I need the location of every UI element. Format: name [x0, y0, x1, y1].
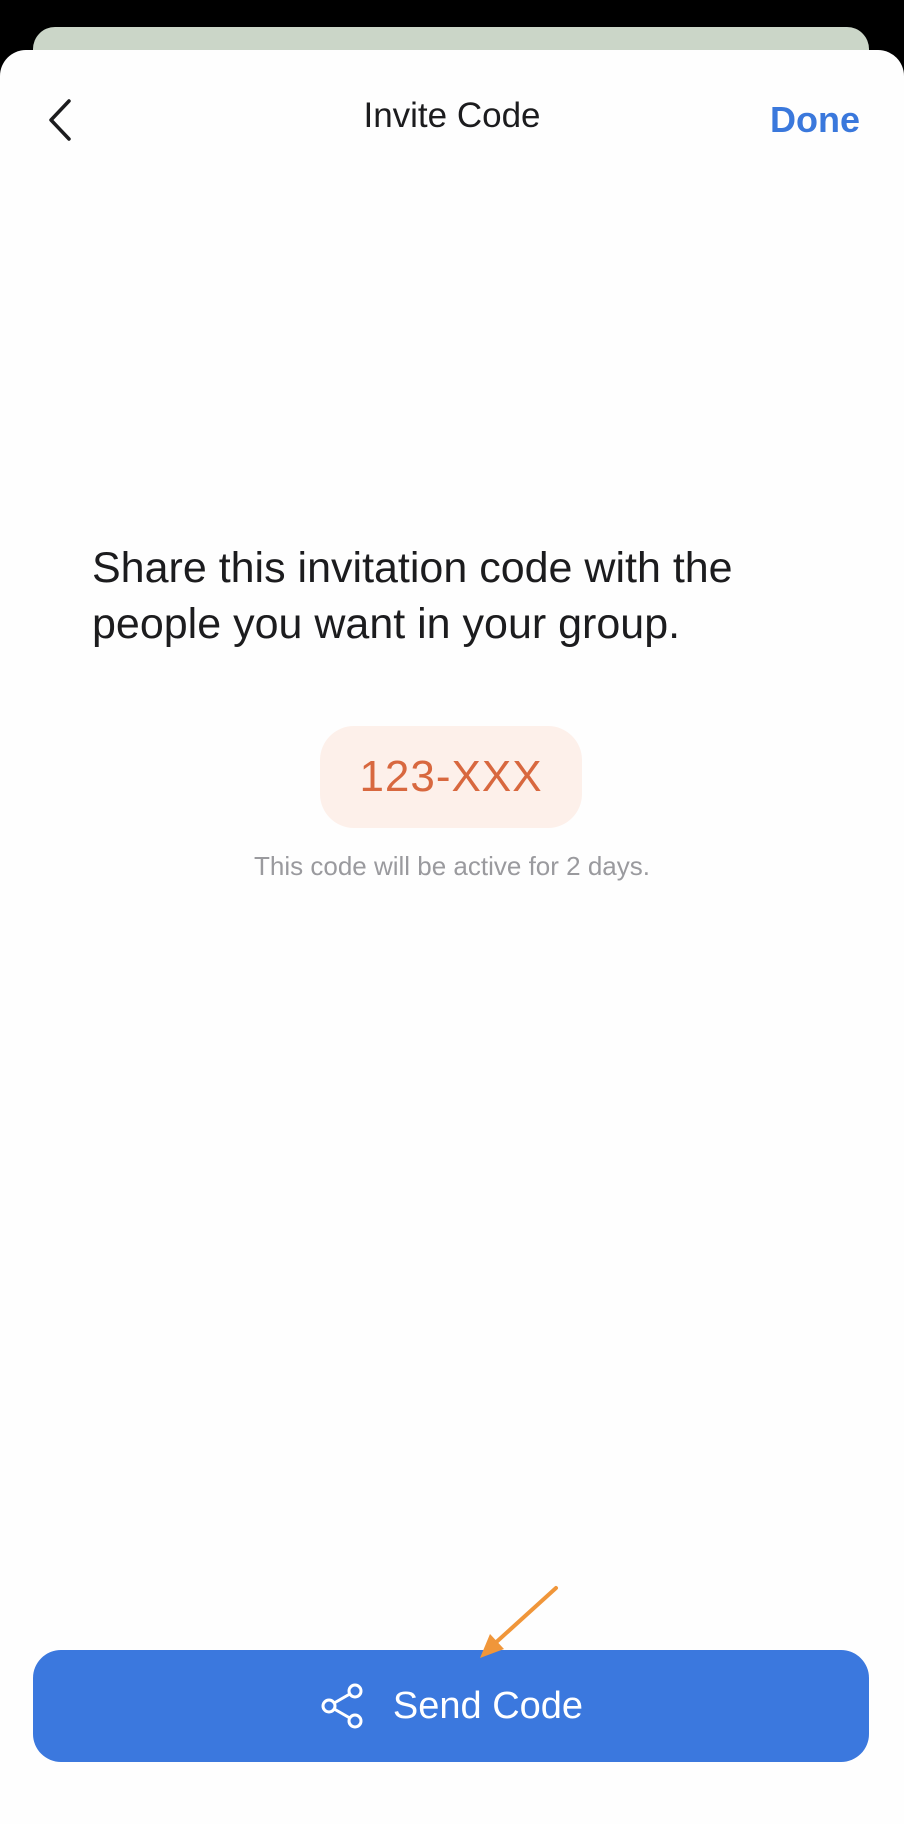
invite-code-badge: 123-XXX	[320, 726, 582, 828]
send-code-label: Send Code	[392, 1685, 584, 1727]
screen: Invite Code Done Share this invitation c…	[0, 0, 904, 1824]
back-button[interactable]	[38, 94, 82, 146]
code-expiry-note: This code will be active for 2 days.	[254, 851, 650, 881]
done-button[interactable]: Done	[770, 98, 860, 142]
annotation-arrow-icon	[480, 1586, 558, 1658]
invite-message: Share this invitation code with the peop…	[92, 544, 733, 648]
page-title: Invite Code	[363, 96, 541, 135]
invite-sheet	[0, 50, 904, 1824]
send-code-button[interactable]: Send Code	[33, 1650, 869, 1762]
invite-code: 123-XXX	[359, 752, 543, 801]
chevron-left-icon	[49, 99, 71, 141]
share-icon	[319, 1682, 367, 1730]
